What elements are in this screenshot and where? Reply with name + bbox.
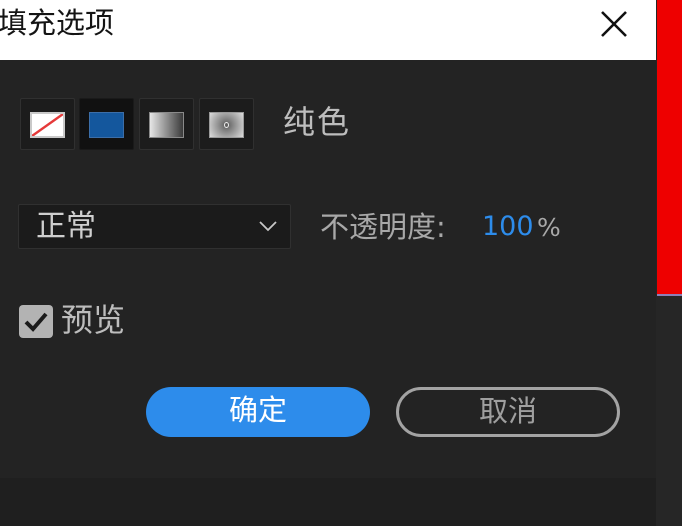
fill-type-none-button[interactable] [20, 98, 75, 150]
close-icon [601, 11, 627, 37]
opacity-input[interactable]: 100 [482, 208, 534, 246]
solid-color-icon [89, 112, 124, 138]
radial-gradient-icon [209, 112, 244, 138]
background-red-swatch [657, 0, 682, 296]
blend-mode-select[interactable]: 正常 [18, 204, 291, 249]
blend-mode-value: 正常 [36, 209, 96, 244]
close-button[interactable] [594, 4, 634, 44]
checkmark-icon [24, 312, 48, 332]
linear-gradient-icon [149, 112, 184, 138]
fill-options-dialog: 填充选项 纯色 正常 不透明度: 100 % 预览 确定 取消 [0, 0, 656, 526]
fill-type-solid-button[interactable] [79, 98, 134, 150]
radial-center-dot [224, 122, 229, 128]
chevron-down-icon [259, 221, 277, 232]
no-fill-icon [30, 112, 65, 138]
fill-type-linear-gradient-button[interactable] [139, 98, 194, 150]
screen: 填充选项 纯色 正常 不透明度: 100 % 预览 确定 取消 [0, 0, 682, 526]
dialog-title: 填充选项 [0, 6, 115, 40]
opacity-label: 不透明度: [320, 210, 446, 244]
preview-checkbox[interactable] [19, 305, 53, 338]
cancel-button[interactable]: 取消 [396, 387, 620, 437]
fill-type-label: 纯色 [283, 103, 352, 141]
opacity-unit: % [537, 213, 561, 242]
ok-button[interactable]: 确定 [146, 387, 370, 437]
dialog-titlebar: 填充选项 [0, 0, 656, 60]
dialog-footer-band [0, 478, 656, 526]
fill-type-radial-gradient-button[interactable] [199, 98, 254, 150]
preview-label: 预览 [61, 301, 126, 339]
